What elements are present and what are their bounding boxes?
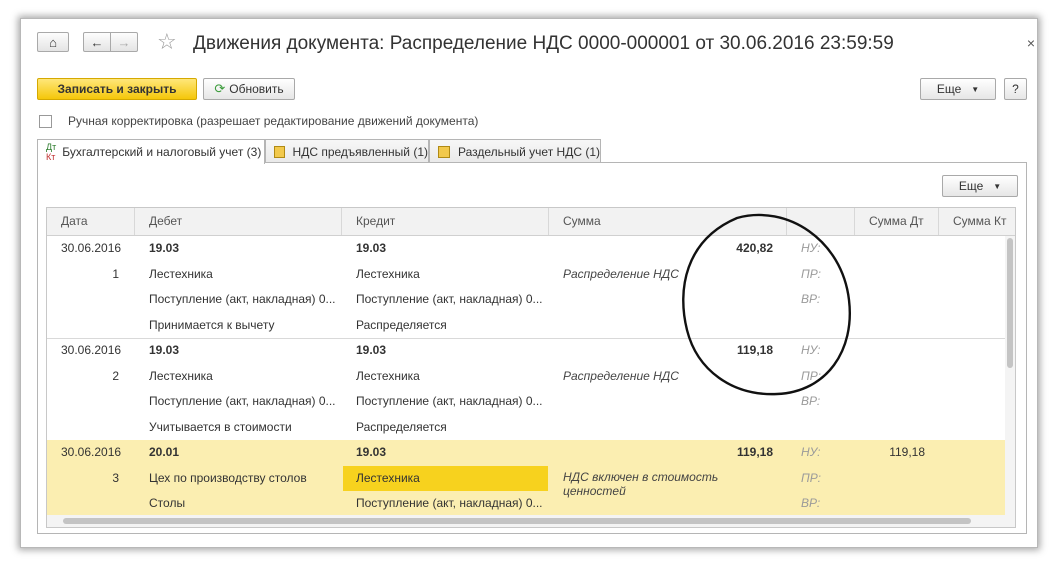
credit-subconto-1: Лестехника xyxy=(356,266,420,281)
tab-label: Раздельный учет НДС (1) xyxy=(457,144,600,159)
manual-edit-label: Ручная корректировка (разрешает редактир… xyxy=(68,114,479,128)
tax-label-pr: ПР: xyxy=(801,470,821,485)
arrow-left-icon: ← xyxy=(90,34,104,50)
row-content: Распределение НДС xyxy=(563,266,679,281)
row-sum-dt: 119,18 xyxy=(889,445,925,459)
register-icon xyxy=(274,145,285,158)
row-amount: 420,82 xyxy=(736,241,773,255)
col-amount[interactable]: Сумма xyxy=(549,208,787,235)
col-sum-kt[interactable]: Сумма Кт xyxy=(939,208,1015,235)
credit-account: 19.03 xyxy=(356,241,387,255)
credit-subconto-1-active[interactable]: Лестехника xyxy=(343,465,548,491)
col-tax-type[interactable] xyxy=(787,208,855,235)
row-date: 30.06.2016 xyxy=(61,445,122,459)
row-number: 3 xyxy=(112,470,119,485)
table-header: Дата Дебет Кредит Сумма Сумма Дт Сумма К… xyxy=(47,208,1015,236)
debit-subconto-2: Столы xyxy=(149,496,186,510)
debit-subconto-2: Поступление (акт, накладная) 0... xyxy=(149,394,336,408)
page-title: Движения документа: Распределение НДС 00… xyxy=(193,33,894,54)
debit-account: 19.03 xyxy=(149,241,180,255)
forward-button[interactable]: → xyxy=(110,32,138,52)
tab-label: НДС предъявленный (1) xyxy=(292,144,428,159)
tax-label-vr: ВР: xyxy=(801,394,821,408)
more-label: Еще xyxy=(958,179,984,193)
more-label: Еще xyxy=(936,82,962,96)
horizontal-scrollbar[interactable] xyxy=(47,515,1015,527)
credit-subconto-3: Распределяется xyxy=(356,317,447,332)
tax-label-pr: ПР: xyxy=(801,368,821,383)
home-icon: ⌂ xyxy=(49,34,57,50)
row-content: Распределение НДС xyxy=(563,368,679,383)
debit-subconto-1: Лестехника xyxy=(149,368,213,383)
row-date: 30.06.2016 xyxy=(61,343,122,357)
col-sum-dt[interactable]: Сумма Дт xyxy=(855,208,939,235)
tax-label-nu: НУ: xyxy=(801,445,821,459)
debit-account: 20.01 xyxy=(149,445,180,459)
tab-panel: Еще ▼ Дата Дебет Кредит Сумма Сумма Дт С… xyxy=(37,162,1027,534)
refresh-icon: ⟳ xyxy=(214,81,226,96)
more-menu-button[interactable]: Еще ▼ xyxy=(920,78,996,100)
tab-separate-vat[interactable]: Раздельный учет НДС (1) xyxy=(429,139,601,163)
movements-window: ⌂ ← → ☆ Движения документа: Распределени… xyxy=(20,18,1038,548)
vertical-scrollbar[interactable] xyxy=(1005,236,1015,516)
table-row[interactable]: 30.06.2016 19.03 19.03 420,82 НУ: 1 Лест… xyxy=(47,236,1015,339)
caret-down-icon: ▼ xyxy=(993,181,1002,191)
debit-subconto-1: Лестехника xyxy=(149,266,213,281)
movements-table[interactable]: Дата Дебет Кредит Сумма Сумма Дт Сумма К… xyxy=(46,207,1016,528)
help-button[interactable]: ? xyxy=(1004,78,1027,100)
debit-subconto-1: Цех по производству столов xyxy=(149,470,307,485)
col-credit[interactable]: Кредит xyxy=(342,208,549,235)
star-icon[interactable]: ☆ xyxy=(157,29,177,55)
tax-label-vr: ВР: xyxy=(801,292,821,306)
tab-accounting[interactable]: Дт Кт Бухгалтерский и налоговый учет (3) xyxy=(37,139,265,164)
credit-subconto-3: Распределяется xyxy=(356,419,447,434)
back-button[interactable]: ← xyxy=(83,32,111,52)
close-icon[interactable]: × xyxy=(1027,35,1035,51)
home-button[interactable]: ⌂ xyxy=(37,32,69,52)
dt-kt-icon: Дт Кт xyxy=(46,142,57,162)
credit-account: 19.03 xyxy=(356,445,387,459)
credit-subconto-1: Лестехника xyxy=(356,368,420,383)
row-number: 2 xyxy=(112,368,119,383)
credit-account: 19.03 xyxy=(356,343,387,357)
title-bar: ⌂ ← → ☆ Движения документа: Распределени… xyxy=(21,19,1037,69)
tax-label-nu: НУ: xyxy=(801,343,821,357)
manual-edit-row: Ручная корректировка (разрешает редактир… xyxy=(39,114,478,128)
debit-subconto-3: Учитывается в стоимости xyxy=(149,419,292,434)
col-debit[interactable]: Дебет xyxy=(135,208,342,235)
tab-vat-presented[interactable]: НДС предъявленный (1) xyxy=(265,139,429,163)
row-amount: 119,18 xyxy=(736,343,773,357)
caret-down-icon: ▼ xyxy=(971,84,980,94)
row-date: 30.06.2016 xyxy=(61,241,122,255)
manual-edit-checkbox[interactable] xyxy=(39,114,52,128)
refresh-label: Обновить xyxy=(229,82,284,96)
table-row[interactable]: 30.06.2016 19.03 19.03 119,18 НУ: 2 Лест… xyxy=(47,338,1015,441)
refresh-button[interactable]: ⟳ Обновить xyxy=(203,78,295,100)
credit-subconto-2: Поступление (акт, накладная) 0... xyxy=(356,394,543,408)
grid-more-button[interactable]: Еще ▼ xyxy=(942,175,1018,197)
save-and-close-button[interactable]: Записать и закрыть xyxy=(37,78,197,100)
tax-label-nu: НУ: xyxy=(801,241,821,255)
debit-account: 19.03 xyxy=(149,343,180,357)
tab-label: Бухгалтерский и налоговый учет (3) xyxy=(62,145,262,159)
col-date[interactable]: Дата xyxy=(47,208,135,235)
row-number: 1 xyxy=(112,266,119,281)
arrow-right-icon: → xyxy=(117,34,131,50)
debit-subconto-3: Принимается к вычету xyxy=(149,317,275,332)
debit-subconto-2: Поступление (акт, накладная) 0... xyxy=(149,292,336,306)
credit-subconto-2: Поступление (акт, накладная) 0... xyxy=(356,496,543,510)
credit-subconto-2: Поступление (акт, накладная) 0... xyxy=(356,292,543,306)
row-amount: 119,18 xyxy=(736,445,773,459)
tax-label-pr: ПР: xyxy=(801,266,821,281)
register-icon xyxy=(438,145,450,158)
tax-label-vr: ВР: xyxy=(801,496,821,510)
